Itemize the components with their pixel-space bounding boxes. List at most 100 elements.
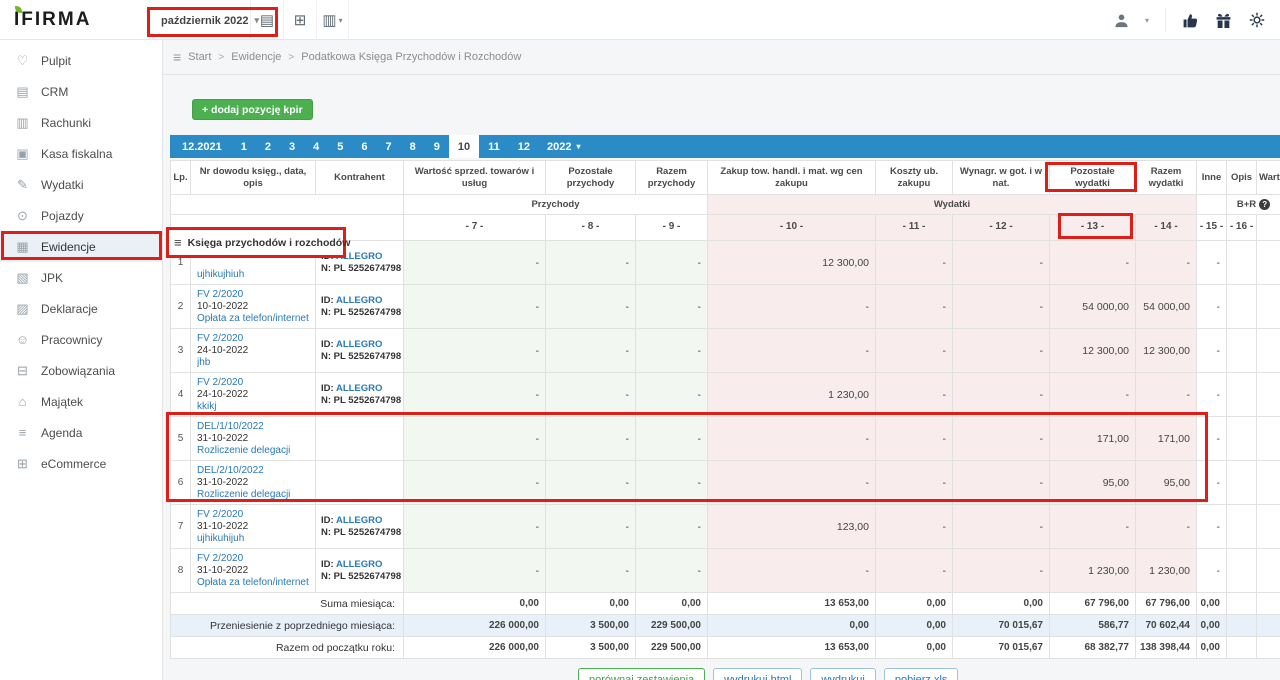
- agenda-icon: ≡: [15, 425, 30, 440]
- sidebar-item-jpk[interactable]: ▧JPK: [0, 262, 162, 293]
- row-kontrahent: ID: ALLEGRON: PL 5252674798: [316, 329, 404, 373]
- month-nav-11[interactable]: 11: [479, 135, 509, 158]
- sidebar-item-kasa-fiskalna[interactable]: ▣Kasa fiskalna: [0, 138, 162, 169]
- cell-c16: [1227, 241, 1257, 285]
- group-header-wydatki: Wydatki: [708, 195, 1197, 215]
- help-icon[interactable]: ?: [1259, 199, 1270, 210]
- sidebar-item-zobowiazania[interactable]: ⊟Zobowiązania: [0, 355, 162, 386]
- cell-c8: -: [546, 505, 636, 549]
- cell-c15: -: [1197, 549, 1227, 593]
- gear-icon[interactable]: [1248, 11, 1266, 29]
- ecommerce-icon: ⊞: [15, 456, 30, 472]
- col-header-c15: Inne: [1197, 161, 1227, 195]
- doc-date: [197, 257, 313, 269]
- user-menu-caret-icon[interactable]: ▾: [1145, 16, 1149, 25]
- sidebar-item-label: Deklaracje: [41, 302, 98, 316]
- doc-desc-link[interactable]: Rozliczenie delegacji: [197, 445, 313, 457]
- row-doc: FV 2/202024-10-2022jhb: [191, 329, 316, 373]
- cell-c9: -: [636, 373, 708, 417]
- ifirma-logo[interactable]: IFIRMA: [14, 9, 91, 31]
- table-row: 4 FV 2/202024-10-2022kkikj ID: ALLEGRON:…: [171, 373, 1280, 417]
- colnum-14: - 14 -: [1136, 215, 1197, 241]
- month-nav-prev-year[interactable]: 12.2021: [180, 135, 232, 158]
- menu-toggle-icon[interactable]: ≡: [173, 49, 181, 65]
- doc-desc-link[interactable]: ujhikujhiuh: [197, 269, 313, 281]
- month-nav-8[interactable]: 8: [401, 135, 425, 158]
- sidebar-item-wydatki[interactable]: ✎Wydatki: [0, 169, 162, 200]
- doc-number-link[interactable]: FV 2/2020: [197, 509, 313, 521]
- add-kpir-entry-button[interactable]: + dodaj pozycję kpir: [192, 99, 313, 120]
- year-dropdown[interactable]: 2022▾: [539, 135, 589, 158]
- sidebar-item-rachunki[interactable]: ▥Rachunki: [0, 107, 162, 138]
- month-nav-5[interactable]: 5: [328, 135, 352, 158]
- kontrahent-link[interactable]: ALLEGRO: [336, 339, 382, 350]
- cell-c12: -: [953, 329, 1050, 373]
- doc-number-link[interactable]: FV 2/2020: [197, 289, 313, 301]
- col-header-c7: Wartość sprzed. towarów i usług: [404, 161, 546, 195]
- kontrahent-link[interactable]: ALLEGRO: [336, 383, 382, 394]
- print-button[interactable]: wydrukuj: [810, 668, 875, 680]
- month-nav-10-selected[interactable]: 10: [449, 135, 479, 158]
- doc-number-link[interactable]: FV 2/2020: [197, 377, 313, 389]
- user-icon[interactable]: [1114, 13, 1129, 28]
- sidebar-item-agenda[interactable]: ≡Agenda: [0, 417, 162, 448]
- colnum-8: - 8 -: [546, 215, 636, 241]
- doc-desc-link[interactable]: Opłata za telefon/internet: [197, 313, 313, 325]
- month-nav-2[interactable]: 2: [256, 135, 280, 158]
- doc-desc-link[interactable]: jhb: [197, 357, 313, 369]
- kontrahent-link[interactable]: ALLEGRO: [336, 559, 382, 570]
- doc-number-link[interactable]: DEL/2/10/2022: [197, 465, 313, 477]
- sidebar-item-crm[interactable]: ▤CRM: [0, 76, 162, 107]
- gift-icon[interactable]: [1215, 12, 1232, 29]
- cell-c13: 95,00: [1050, 461, 1136, 505]
- doc-desc-link[interactable]: Opłata za telefon/internet: [197, 577, 313, 589]
- receipt-icon[interactable]: ▤: [250, 0, 283, 40]
- doc-number-link[interactable]: FV 2/2020: [197, 333, 313, 345]
- kpir-menu-tooltip[interactable]: ≡ Księga przychodów i rozchodów: [166, 227, 346, 258]
- sum-c13: 68 382,77: [1050, 637, 1136, 659]
- month-nav-6[interactable]: 6: [352, 135, 376, 158]
- doc-desc-link[interactable]: ujhikuhijuh: [197, 533, 313, 545]
- doc-desc-link[interactable]: Rozliczenie delegacji: [197, 489, 313, 501]
- new-invoice-icon[interactable]: ⊞: [283, 0, 316, 40]
- doc-desc-link[interactable]: kkikj: [197, 401, 313, 413]
- month-nav-7[interactable]: 7: [377, 135, 401, 158]
- month-selector-value: październik 2022: [161, 15, 248, 27]
- month-nav-9[interactable]: 9: [425, 135, 449, 158]
- cell-c13: -: [1050, 241, 1136, 285]
- breadcrumb-ewidencje[interactable]: Ewidencje: [231, 51, 281, 63]
- kpir-menu-tooltip-label: Księga przychodów i rozchodów: [188, 237, 351, 249]
- group-header-br: B+R?: [1227, 195, 1280, 215]
- colnum-17: [1257, 215, 1280, 241]
- month-nav-4[interactable]: 4: [304, 135, 328, 158]
- month-nav-1[interactable]: 1: [232, 135, 256, 158]
- sidebar-item-pojazdy[interactable]: ⊙Pojazdy: [0, 200, 162, 231]
- doc-number-link[interactable]: FV 2/2020: [197, 553, 313, 565]
- row-doc: FV 2/202024-10-2022kkikj: [191, 373, 316, 417]
- sidebar-item-deklaracje[interactable]: ▨Deklaracje: [0, 293, 162, 324]
- sidebar-item-pracownicy[interactable]: ☺Pracownicy: [0, 324, 162, 355]
- reports-icon[interactable]: ▥▾: [316, 0, 349, 40]
- sidebar-item-label: Majątek: [41, 395, 83, 409]
- cell-c10: -: [708, 285, 876, 329]
- thumbs-up-icon[interactable]: [1182, 12, 1199, 29]
- compare-statements-button[interactable]: porównaj zestawienia: [578, 668, 705, 680]
- sum-c13: 586,77: [1050, 615, 1136, 637]
- month-nav-12[interactable]: 12: [509, 135, 539, 158]
- month-nav-3[interactable]: 3: [280, 135, 304, 158]
- kontrahent-link[interactable]: ALLEGRO: [336, 295, 382, 306]
- cell-c16: [1227, 549, 1257, 593]
- sidebar-item-ecommerce[interactable]: ⊞eCommerce: [0, 448, 162, 479]
- cell-c14: 95,00: [1136, 461, 1197, 505]
- row-lp: 3: [171, 329, 191, 373]
- kontrahent-link[interactable]: ALLEGRO: [336, 515, 382, 526]
- doc-number-link[interactable]: DEL/1/10/2022: [197, 421, 313, 433]
- sidebar-item-majatek[interactable]: ⌂Majątek: [0, 386, 162, 417]
- breadcrumb-start[interactable]: Start: [188, 51, 211, 63]
- sidebar-item-ewidencje[interactable]: ▦Ewidencje: [0, 231, 162, 262]
- sidebar-item-pulpit[interactable]: ♡Pulpit: [0, 45, 162, 76]
- summary-row-carryover: Przeniesienie z poprzedniego miesiąca: 2…: [171, 615, 1280, 637]
- cell-c13: -: [1050, 373, 1136, 417]
- download-xls-button[interactable]: pobierz xls: [884, 668, 959, 680]
- print-html-button[interactable]: wydrukuj html: [713, 668, 802, 680]
